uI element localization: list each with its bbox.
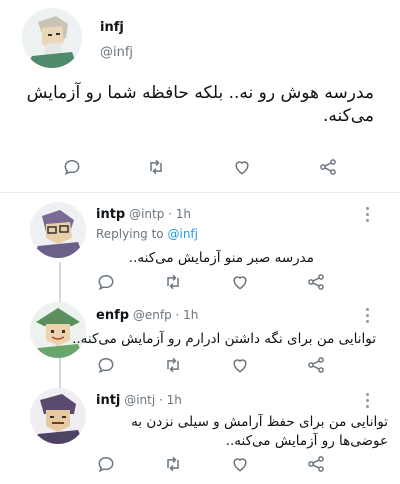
tweet-text: مدرسه هوش رو نه.. بلکه حافظه شما رو آزما… [26,83,374,126]
avatar[interactable] [30,202,86,258]
heart-icon[interactable] [230,272,250,292]
heart-icon[interactable] [230,454,250,474]
reply-icon[interactable] [62,157,82,177]
share-icon[interactable] [306,454,326,474]
replying-to-label: Replying to [96,227,164,241]
replying-to: Replying to @infj [96,227,198,241]
reply-icon[interactable] [96,272,116,292]
author-name[interactable]: enfp [96,308,129,323]
author-handle-time[interactable]: @intp · 1h [129,207,191,221]
avatar[interactable] [22,8,82,68]
reply-header: enfp @enfp · 1h [96,308,198,323]
share-icon[interactable] [318,157,338,177]
share-icon[interactable] [306,355,326,375]
replying-to-link[interactable]: @infj [167,227,198,241]
reply-header: intj @intj · 1h [96,393,182,408]
author-name[interactable]: infj [100,20,124,35]
avatar-infj-image [22,8,82,68]
avatar-intp-image [30,202,86,258]
author-handle-time[interactable]: @enfp · 1h [133,308,199,322]
more-options-icon[interactable] [364,393,370,409]
avatar-intj-image [30,388,86,444]
retweet-icon[interactable] [163,454,183,474]
tweet-text: توانایی من برای نگه داشتن ادرارم رو آزما… [72,331,376,347]
tweet-text: مدرسه صبر منو آزمایش می‌کنه.. [128,250,314,266]
author-name[interactable]: intp [96,207,125,222]
heart-icon[interactable] [232,157,252,177]
divider [0,192,400,193]
avatar[interactable] [30,388,86,444]
more-options-icon[interactable] [364,207,370,223]
retweet-icon[interactable] [163,355,183,375]
reply-icon[interactable] [96,454,116,474]
reply-header: intp @intp · 1h [96,207,191,222]
more-options-icon[interactable] [364,308,370,324]
heart-icon[interactable] [230,355,250,375]
author-handle-time[interactable]: @intj · 1h [124,393,182,407]
author-handle[interactable]: @infj [100,45,133,60]
retweet-icon[interactable] [146,157,166,177]
retweet-icon[interactable] [163,272,183,292]
tweet-text: توانایی من برای حفظ آرامش و سیلی نزدن به… [131,414,388,449]
author-name[interactable]: intj [96,393,120,408]
reply-icon[interactable] [96,355,116,375]
share-icon[interactable] [306,272,326,292]
